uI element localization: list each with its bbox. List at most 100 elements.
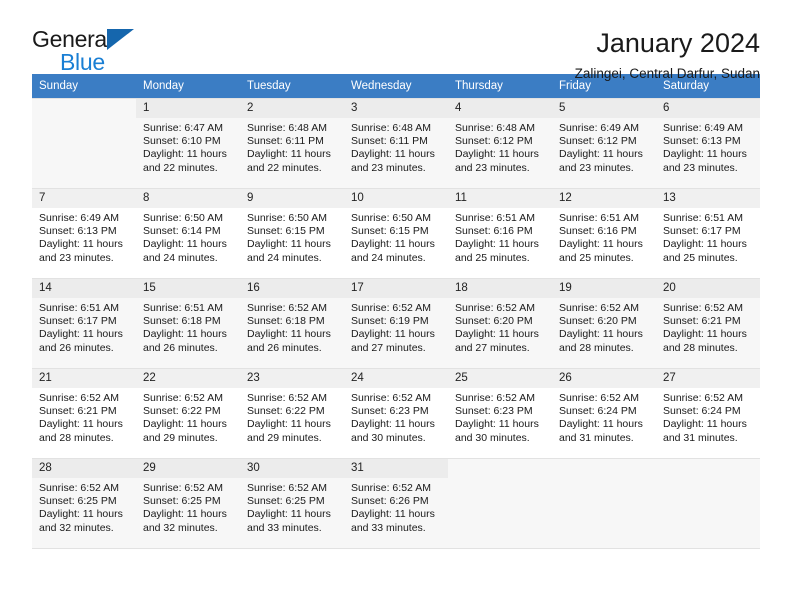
sunset-text: Sunset: 6:25 PM (39, 495, 117, 508)
calendar-day-cell[interactable]: 30 Sunrise: 6:52 AM Sunset: 6:25 PM Dayligh… (240, 458, 344, 549)
daylight-text-line2: and 22 minutes. (143, 161, 218, 174)
day-number (32, 99, 136, 105)
day-number: 19 (552, 279, 656, 298)
sunrise-text: Sunrise: 6:49 AM (663, 122, 743, 134)
day-number: 30 (240, 459, 344, 478)
calendar-day-cell[interactable]: 12 Sunrise: 6:51 AM Sunset: 6:16 PM Dayligh… (552, 188, 656, 279)
calendar-day-cell[interactable]: 23 Sunrise: 6:52 AM Sunset: 6:22 PM Dayligh… (240, 368, 344, 459)
calendar-day-cell[interactable]: 25 Sunrise: 6:52 AM Sunset: 6:23 PM Dayligh… (448, 368, 552, 459)
logo-text-blue: Blue (60, 49, 105, 75)
day-number: 1 (136, 99, 240, 118)
sunrise-text: Sunrise: 6:52 AM (247, 482, 327, 494)
calendar-day-cell[interactable]: 22 Sunrise: 6:52 AM Sunset: 6:22 PM Dayligh… (136, 368, 240, 459)
daylight-text-line2: and 28 minutes. (559, 341, 634, 354)
day-details: Sunrise: 6:51 AM Sunset: 6:16 PM Daylight:… (552, 208, 656, 265)
calendar-day-cell[interactable]: 4 Sunrise: 6:48 AM Sunset: 6:12 PM Daylight… (448, 98, 552, 189)
calendar-week-row: 28 Sunrise: 6:52 AM Sunset: 6:25 PM Dayligh… (32, 458, 760, 549)
calendar-day-cell[interactable]: 2 Sunrise: 6:48 AM Sunset: 6:11 PM Daylight… (240, 98, 344, 189)
daylight-text-line2: and 24 minutes. (143, 251, 218, 264)
sunset-text: Sunset: 6:14 PM (143, 225, 221, 238)
daylight-text-line1: Daylight: 11 hours (39, 328, 123, 341)
day-number: 5 (552, 99, 656, 118)
calendar-day-cell[interactable]: 20 Sunrise: 6:52 AM Sunset: 6:21 PM Dayligh… (656, 278, 760, 369)
day-details: Sunrise: 6:52 AM Sunset: 6:18 PM Daylight:… (240, 298, 344, 355)
daylight-text-line1: Daylight: 11 hours (247, 508, 331, 521)
day-number: 2 (240, 99, 344, 118)
daylight-text-line2: and 29 minutes. (143, 431, 218, 444)
calendar-day-cell[interactable]: 3 Sunrise: 6:48 AM Sunset: 6:11 PM Daylight… (344, 98, 448, 189)
day-details: Sunrise: 6:50 AM Sunset: 6:15 PM Daylight:… (240, 208, 344, 265)
calendar-day-cell[interactable]: 7 Sunrise: 6:49 AM Sunset: 6:13 PM Daylight… (32, 188, 136, 279)
daylight-text-line2: and 30 minutes. (351, 431, 426, 444)
day-details: Sunrise: 6:52 AM Sunset: 6:20 PM Daylight:… (448, 298, 552, 355)
title-block: January 2024 Zalingei, Central Darfur, S… (575, 26, 760, 81)
sunrise-text: Sunrise: 6:52 AM (351, 302, 431, 314)
day-details: Sunrise: 6:48 AM Sunset: 6:11 PM Daylight:… (240, 118, 344, 175)
daylight-text-line2: and 29 minutes. (247, 431, 322, 444)
daylight-text-line1: Daylight: 11 hours (663, 328, 747, 341)
daylight-text-line2: and 26 minutes. (247, 341, 322, 354)
calendar-day-cell[interactable]: 28 Sunrise: 6:52 AM Sunset: 6:25 PM Dayligh… (32, 458, 136, 549)
calendar-day-cell[interactable]: 17 Sunrise: 6:52 AM Sunset: 6:19 PM Dayligh… (344, 278, 448, 369)
sunrise-text: Sunrise: 6:52 AM (39, 392, 119, 404)
calendar-day-cell[interactable]: 8 Sunrise: 6:50 AM Sunset: 6:14 PM Daylight… (136, 188, 240, 279)
sunrise-text: Sunrise: 6:48 AM (455, 122, 535, 134)
daylight-text-line1: Daylight: 11 hours (351, 328, 435, 341)
weekday-header-thursday: Thursday (448, 74, 552, 99)
calendar-week-row: 14 Sunrise: 6:51 AM Sunset: 6:17 PM Dayligh… (32, 278, 760, 369)
day-number: 4 (448, 99, 552, 118)
calendar-week-row: 1 Sunrise: 6:47 AM Sunset: 6:10 PM Daylight… (32, 98, 760, 189)
daylight-text-line1: Daylight: 11 hours (39, 418, 123, 431)
calendar-day-cell[interactable]: 15 Sunrise: 6:51 AM Sunset: 6:18 PM Dayligh… (136, 278, 240, 369)
day-details: Sunrise: 6:48 AM Sunset: 6:12 PM Daylight:… (448, 118, 552, 175)
daylight-text-line1: Daylight: 11 hours (39, 238, 123, 251)
calendar-day-cell[interactable]: 31 Sunrise: 6:52 AM Sunset: 6:26 PM Dayligh… (344, 458, 448, 549)
sunset-text: Sunset: 6:11 PM (247, 135, 324, 148)
general-blue-logo[interactable]: General Blue (32, 26, 152, 78)
daylight-text-line1: Daylight: 11 hours (455, 418, 539, 431)
day-number: 22 (136, 369, 240, 388)
daylight-text-line1: Daylight: 11 hours (247, 148, 331, 161)
calendar-day-cell[interactable]: 5 Sunrise: 6:49 AM Sunset: 6:12 PM Daylight… (552, 98, 656, 189)
calendar-day-cell[interactable]: 16 Sunrise: 6:52 AM Sunset: 6:18 PM Dayligh… (240, 278, 344, 369)
calendar-day-cell[interactable]: 1 Sunrise: 6:47 AM Sunset: 6:10 PM Daylight… (136, 98, 240, 189)
day-details: Sunrise: 6:52 AM Sunset: 6:23 PM Daylight:… (448, 388, 552, 445)
day-number (448, 459, 552, 465)
calendar-day-cell[interactable]: 14 Sunrise: 6:51 AM Sunset: 6:17 PM Dayligh… (32, 278, 136, 369)
daylight-text-line1: Daylight: 11 hours (143, 148, 227, 161)
day-details: Sunrise: 6:52 AM Sunset: 6:23 PM Daylight:… (344, 388, 448, 445)
sunrise-text: Sunrise: 6:51 AM (39, 302, 119, 314)
calendar-day-cell[interactable]: 19 Sunrise: 6:52 AM Sunset: 6:20 PM Dayligh… (552, 278, 656, 369)
calendar-day-cell[interactable]: 11 Sunrise: 6:51 AM Sunset: 6:16 PM Dayligh… (448, 188, 552, 279)
calendar-day-cell[interactable]: 18 Sunrise: 6:52 AM Sunset: 6:20 PM Dayligh… (448, 278, 552, 369)
day-details: Sunrise: 6:51 AM Sunset: 6:16 PM Daylight:… (448, 208, 552, 265)
calendar-body: 1 Sunrise: 6:47 AM Sunset: 6:10 PM Daylight… (32, 98, 760, 549)
sunrise-text: Sunrise: 6:50 AM (351, 212, 431, 224)
sunset-text: Sunset: 6:26 PM (351, 495, 429, 508)
sunrise-text: Sunrise: 6:52 AM (351, 482, 431, 494)
sunrise-text: Sunrise: 6:51 AM (559, 212, 639, 224)
daylight-text-line2: and 28 minutes. (663, 341, 738, 354)
daylight-text-line2: and 27 minutes. (455, 341, 530, 354)
calendar-day-cell[interactable]: 26 Sunrise: 6:52 AM Sunset: 6:24 PM Dayligh… (552, 368, 656, 459)
calendar-day-cell[interactable]: 29 Sunrise: 6:52 AM Sunset: 6:25 PM Dayligh… (136, 458, 240, 549)
sunset-text: Sunset: 6:11 PM (351, 135, 428, 148)
calendar-day-cell[interactable]: 13 Sunrise: 6:51 AM Sunset: 6:17 PM Dayligh… (656, 188, 760, 279)
day-number: 13 (656, 189, 760, 208)
day-number: 24 (344, 369, 448, 388)
calendar-day-cell[interactable]: 6 Sunrise: 6:49 AM Sunset: 6:13 PM Daylight… (656, 98, 760, 189)
calendar-day-cell[interactable]: 24 Sunrise: 6:52 AM Sunset: 6:23 PM Dayligh… (344, 368, 448, 459)
day-details: Sunrise: 6:50 AM Sunset: 6:15 PM Daylight:… (344, 208, 448, 265)
day-number: 14 (32, 279, 136, 298)
sunrise-text: Sunrise: 6:47 AM (143, 122, 223, 134)
day-details: Sunrise: 6:52 AM Sunset: 6:26 PM Daylight:… (344, 478, 448, 535)
daylight-text-line2: and 32 minutes. (143, 521, 218, 534)
calendar-day-cell[interactable]: 21 Sunrise: 6:52 AM Sunset: 6:21 PM Dayligh… (32, 368, 136, 459)
day-details: Sunrise: 6:52 AM Sunset: 6:25 PM Daylight:… (32, 478, 136, 535)
calendar-day-cell[interactable]: 9 Sunrise: 6:50 AM Sunset: 6:15 PM Daylight… (240, 188, 344, 279)
day-number: 20 (656, 279, 760, 298)
calendar-day-cell[interactable]: 10 Sunrise: 6:50 AM Sunset: 6:15 PM Dayligh… (344, 188, 448, 279)
sunset-text: Sunset: 6:15 PM (351, 225, 429, 238)
sunset-text: Sunset: 6:22 PM (143, 405, 221, 418)
calendar-day-cell[interactable]: 27 Sunrise: 6:52 AM Sunset: 6:24 PM Dayligh… (656, 368, 760, 459)
